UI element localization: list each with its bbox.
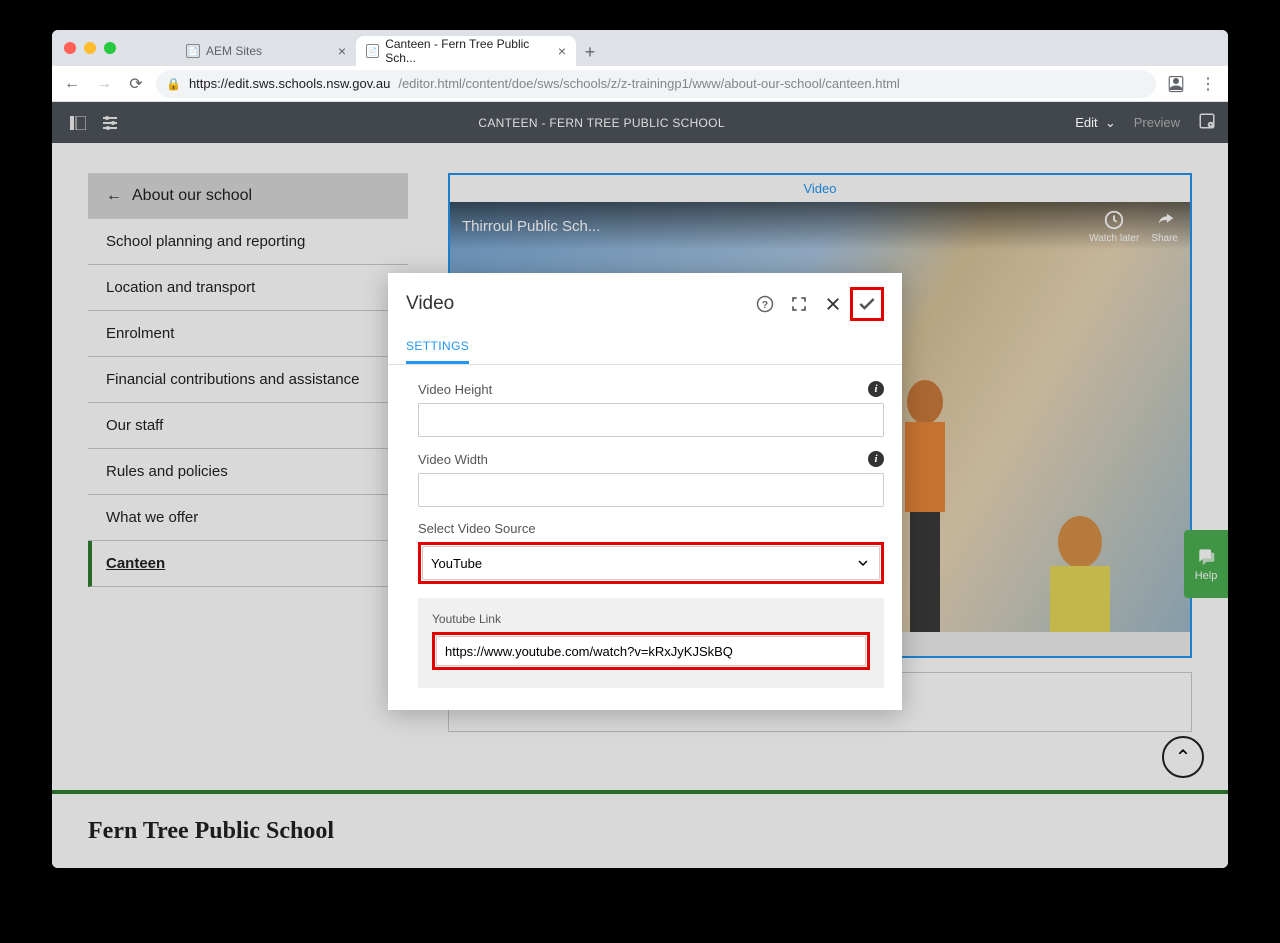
sidebar-item-staff[interactable]: Our staff — [88, 403, 408, 449]
tab-title: Canteen - Fern Tree Public Sch... — [385, 37, 552, 65]
side-panel-icon[interactable] — [64, 109, 92, 137]
sidebar-item-financial[interactable]: Financial contributions and assistance — [88, 357, 408, 403]
page-icon: 📄 — [186, 44, 200, 58]
info-icon[interactable]: i — [868, 451, 884, 467]
sidebar-back[interactable]: ← About our school — [88, 173, 408, 219]
page-props-icon[interactable]: + — [1198, 112, 1216, 133]
school-name: Fern Tree Public School — [52, 794, 1228, 868]
help-icon[interactable]: ? — [748, 287, 782, 321]
arrow-left-icon: ← — [106, 187, 122, 205]
sidebar-item-enrolment[interactable]: Enrolment — [88, 311, 408, 357]
minimize-window[interactable] — [84, 42, 96, 54]
svg-text:+: + — [1209, 123, 1213, 129]
edit-mode[interactable]: Edit ⌄ — [1075, 115, 1116, 131]
sidebar-item-location[interactable]: Location and transport — [88, 265, 408, 311]
svg-text:?: ? — [762, 299, 768, 311]
info-icon[interactable]: i — [868, 381, 884, 397]
yt-title: Thirroul Public Sch... — [462, 218, 1089, 235]
sidebar-item-canteen[interactable]: Canteen — [88, 541, 408, 587]
clock-icon — [1103, 209, 1125, 231]
sidebar-item-planning[interactable]: School planning and reporting — [88, 219, 408, 265]
fullscreen-icon[interactable] — [782, 287, 816, 321]
url-host: https://edit.sws.schools.nsw.gov.au — [189, 76, 390, 91]
youtube-link-input[interactable] — [436, 636, 866, 666]
reload-button[interactable]: ⟳ — [124, 72, 148, 96]
close-window[interactable] — [64, 42, 76, 54]
dialog-title: Video — [406, 293, 748, 315]
editor-content: ← About our school School planning and r… — [52, 143, 1228, 868]
url-field[interactable]: 🔒 https://edit.sws.schools.nsw.gov.au/ed… — [156, 70, 1156, 98]
sidebar-back-label: About our school — [132, 187, 252, 205]
close-tab-icon[interactable]: × — [338, 43, 346, 59]
width-input[interactable] — [418, 473, 884, 507]
close-tab-icon[interactable]: × — [558, 43, 566, 59]
share-icon — [1154, 209, 1176, 231]
browser-window: 📄 AEM Sites × 📄 Canteen - Fern Tree Publ… — [52, 30, 1228, 868]
browser-tabs: 📄 AEM Sites × 📄 Canteen - Fern Tree Publ… — [176, 30, 604, 66]
lock-icon: 🔒 — [166, 77, 181, 91]
link-label: Youtube Link — [432, 612, 501, 626]
tab-canteen[interactable]: 📄 Canteen - Fern Tree Public Sch... × — [356, 36, 576, 66]
account-icon[interactable] — [1164, 72, 1188, 96]
check-icon — [857, 294, 877, 314]
page-sidebar: ← About our school School planning and r… — [88, 173, 408, 732]
page-title: CANTEEN - FERN TREE PUBLIC SCHOOL — [128, 116, 1075, 130]
help-button[interactable]: Help — [1184, 530, 1228, 598]
source-label: Select Video Source — [418, 521, 536, 536]
close-button[interactable] — [816, 287, 850, 321]
share-button[interactable]: Share — [1151, 209, 1178, 244]
forward-button[interactable]: → — [92, 72, 116, 96]
video-dialog: Video ? SETTINGS — [388, 273, 902, 710]
tab-settings[interactable]: SETTINGS — [406, 331, 469, 364]
page-icon: 📄 — [366, 44, 379, 58]
maximize-window[interactable] — [104, 42, 116, 54]
height-input[interactable] — [418, 403, 884, 437]
tab-title: AEM Sites — [206, 44, 262, 58]
settings-icon[interactable] — [96, 109, 124, 137]
sidebar-item-rules[interactable]: Rules and policies — [88, 449, 408, 495]
new-tab-button[interactable]: + — [576, 38, 604, 66]
person-silhouette — [1020, 512, 1140, 632]
tab-aem-sites[interactable]: 📄 AEM Sites × — [176, 36, 356, 66]
height-label: Video Height — [418, 382, 492, 397]
scroll-top-button[interactable]: ⌃ — [1162, 736, 1204, 778]
confirm-button[interactable] — [850, 287, 884, 321]
chat-icon — [1196, 546, 1216, 566]
aem-toolbar: CANTEEN - FERN TREE PUBLIC SCHOOL Edit ⌄… — [52, 102, 1228, 143]
chevron-down-icon: ⌄ — [1105, 115, 1116, 130]
width-label: Video Width — [418, 452, 488, 467]
back-button[interactable]: ← — [60, 72, 84, 96]
menu-button[interactable]: ⋮ — [1196, 72, 1220, 96]
source-select[interactable]: YouTube — [422, 546, 880, 580]
preview-button[interactable]: Preview — [1134, 115, 1180, 130]
chevron-up-icon: ⌃ — [1175, 745, 1192, 770]
watch-later-button[interactable]: Watch later — [1089, 209, 1139, 244]
component-label: Video — [450, 175, 1190, 202]
address-bar: ← → ⟳ 🔒 https://edit.sws.schools.nsw.gov… — [52, 66, 1228, 102]
sidebar-item-offer[interactable]: What we offer — [88, 495, 408, 541]
traffic-lights — [64, 42, 116, 54]
titlebar: 📄 AEM Sites × 📄 Canteen - Fern Tree Publ… — [52, 30, 1228, 66]
url-path: /editor.html/content/doe/sws/schools/z/z… — [398, 76, 899, 91]
